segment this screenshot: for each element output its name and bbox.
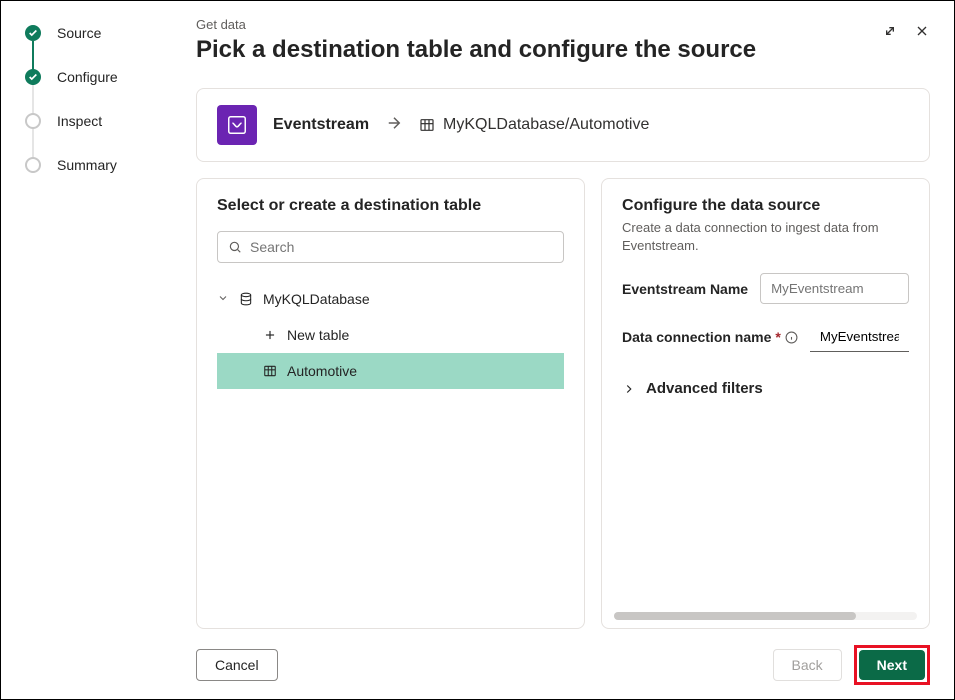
main-content: Get data Pick a destination table and co… — [196, 1, 954, 699]
plus-icon — [263, 328, 277, 342]
table-item-automotive[interactable]: Automotive — [217, 353, 564, 389]
step-label: Source — [57, 25, 101, 41]
new-table-action[interactable]: New table — [217, 317, 564, 353]
table-icon — [263, 364, 277, 378]
search-icon — [228, 240, 242, 254]
step-pending-icon — [25, 157, 41, 173]
next-button[interactable]: Next — [859, 650, 925, 680]
destination-path: MyKQLDatabase/Automotive — [419, 116, 649, 134]
eventstream-name-input — [760, 273, 909, 304]
database-node[interactable]: MyKQLDatabase — [217, 287, 564, 311]
step-label: Inspect — [57, 113, 102, 129]
stepper: Source Configure Inspect Summary — [1, 1, 196, 699]
data-connection-name-label: Data connection name * — [622, 329, 798, 345]
eventstream-icon — [217, 105, 257, 145]
search-input[interactable] — [250, 239, 553, 255]
wizard-footer: Cancel Back Next — [196, 631, 954, 699]
info-icon[interactable] — [785, 331, 798, 344]
expand-icon[interactable] — [882, 23, 898, 44]
database-tree: MyKQLDatabase New table Automotive — [217, 287, 564, 389]
panel-subtitle: Create a data connection to ingest data … — [622, 219, 909, 255]
chevron-right-icon — [622, 382, 636, 396]
panel-title: Configure the data source — [622, 197, 909, 215]
database-icon — [239, 292, 253, 306]
step-label: Configure — [57, 69, 118, 85]
step-inspect: Inspect — [25, 113, 196, 157]
table-icon — [419, 117, 435, 133]
table-name: Automotive — [287, 363, 357, 379]
cancel-button[interactable]: Cancel — [196, 649, 278, 681]
step-source[interactable]: Source — [25, 25, 196, 69]
scrollbar-thumb[interactable] — [614, 612, 856, 620]
eventstream-name-label: Eventstream Name — [622, 281, 748, 297]
data-connection-name-input[interactable] — [810, 322, 909, 352]
step-label: Summary — [57, 157, 117, 173]
source-label: Eventstream — [273, 116, 369, 134]
chevron-down-icon — [217, 291, 229, 307]
horizontal-scrollbar[interactable] — [614, 612, 917, 620]
step-summary: Summary — [25, 157, 196, 201]
back-button: Back — [773, 649, 842, 681]
step-configure[interactable]: Configure — [25, 69, 196, 113]
panel-title: Select or create a destination table — [217, 197, 564, 215]
step-done-icon — [25, 25, 41, 41]
advanced-filters-label: Advanced filters — [646, 380, 763, 397]
breadcrumb: Get data — [196, 17, 882, 32]
search-wrap[interactable] — [217, 231, 564, 263]
configure-source-panel: Configure the data source Create a data … — [601, 178, 930, 629]
database-name: MyKQLDatabase — [263, 291, 370, 307]
advanced-filters-toggle[interactable]: Advanced filters — [622, 380, 909, 397]
source-destination-banner: Eventstream MyKQLDatabase/Automotive — [196, 88, 930, 162]
step-pending-icon — [25, 113, 41, 129]
arrow-right-icon — [385, 114, 403, 137]
close-icon[interactable] — [914, 23, 930, 44]
page-title: Pick a destination table and configure t… — [196, 36, 882, 64]
step-done-icon — [25, 69, 41, 85]
destination-table-panel: Select or create a destination table MyK… — [196, 178, 585, 629]
new-table-label: New table — [287, 327, 349, 343]
destination-text: MyKQLDatabase/Automotive — [443, 116, 649, 134]
